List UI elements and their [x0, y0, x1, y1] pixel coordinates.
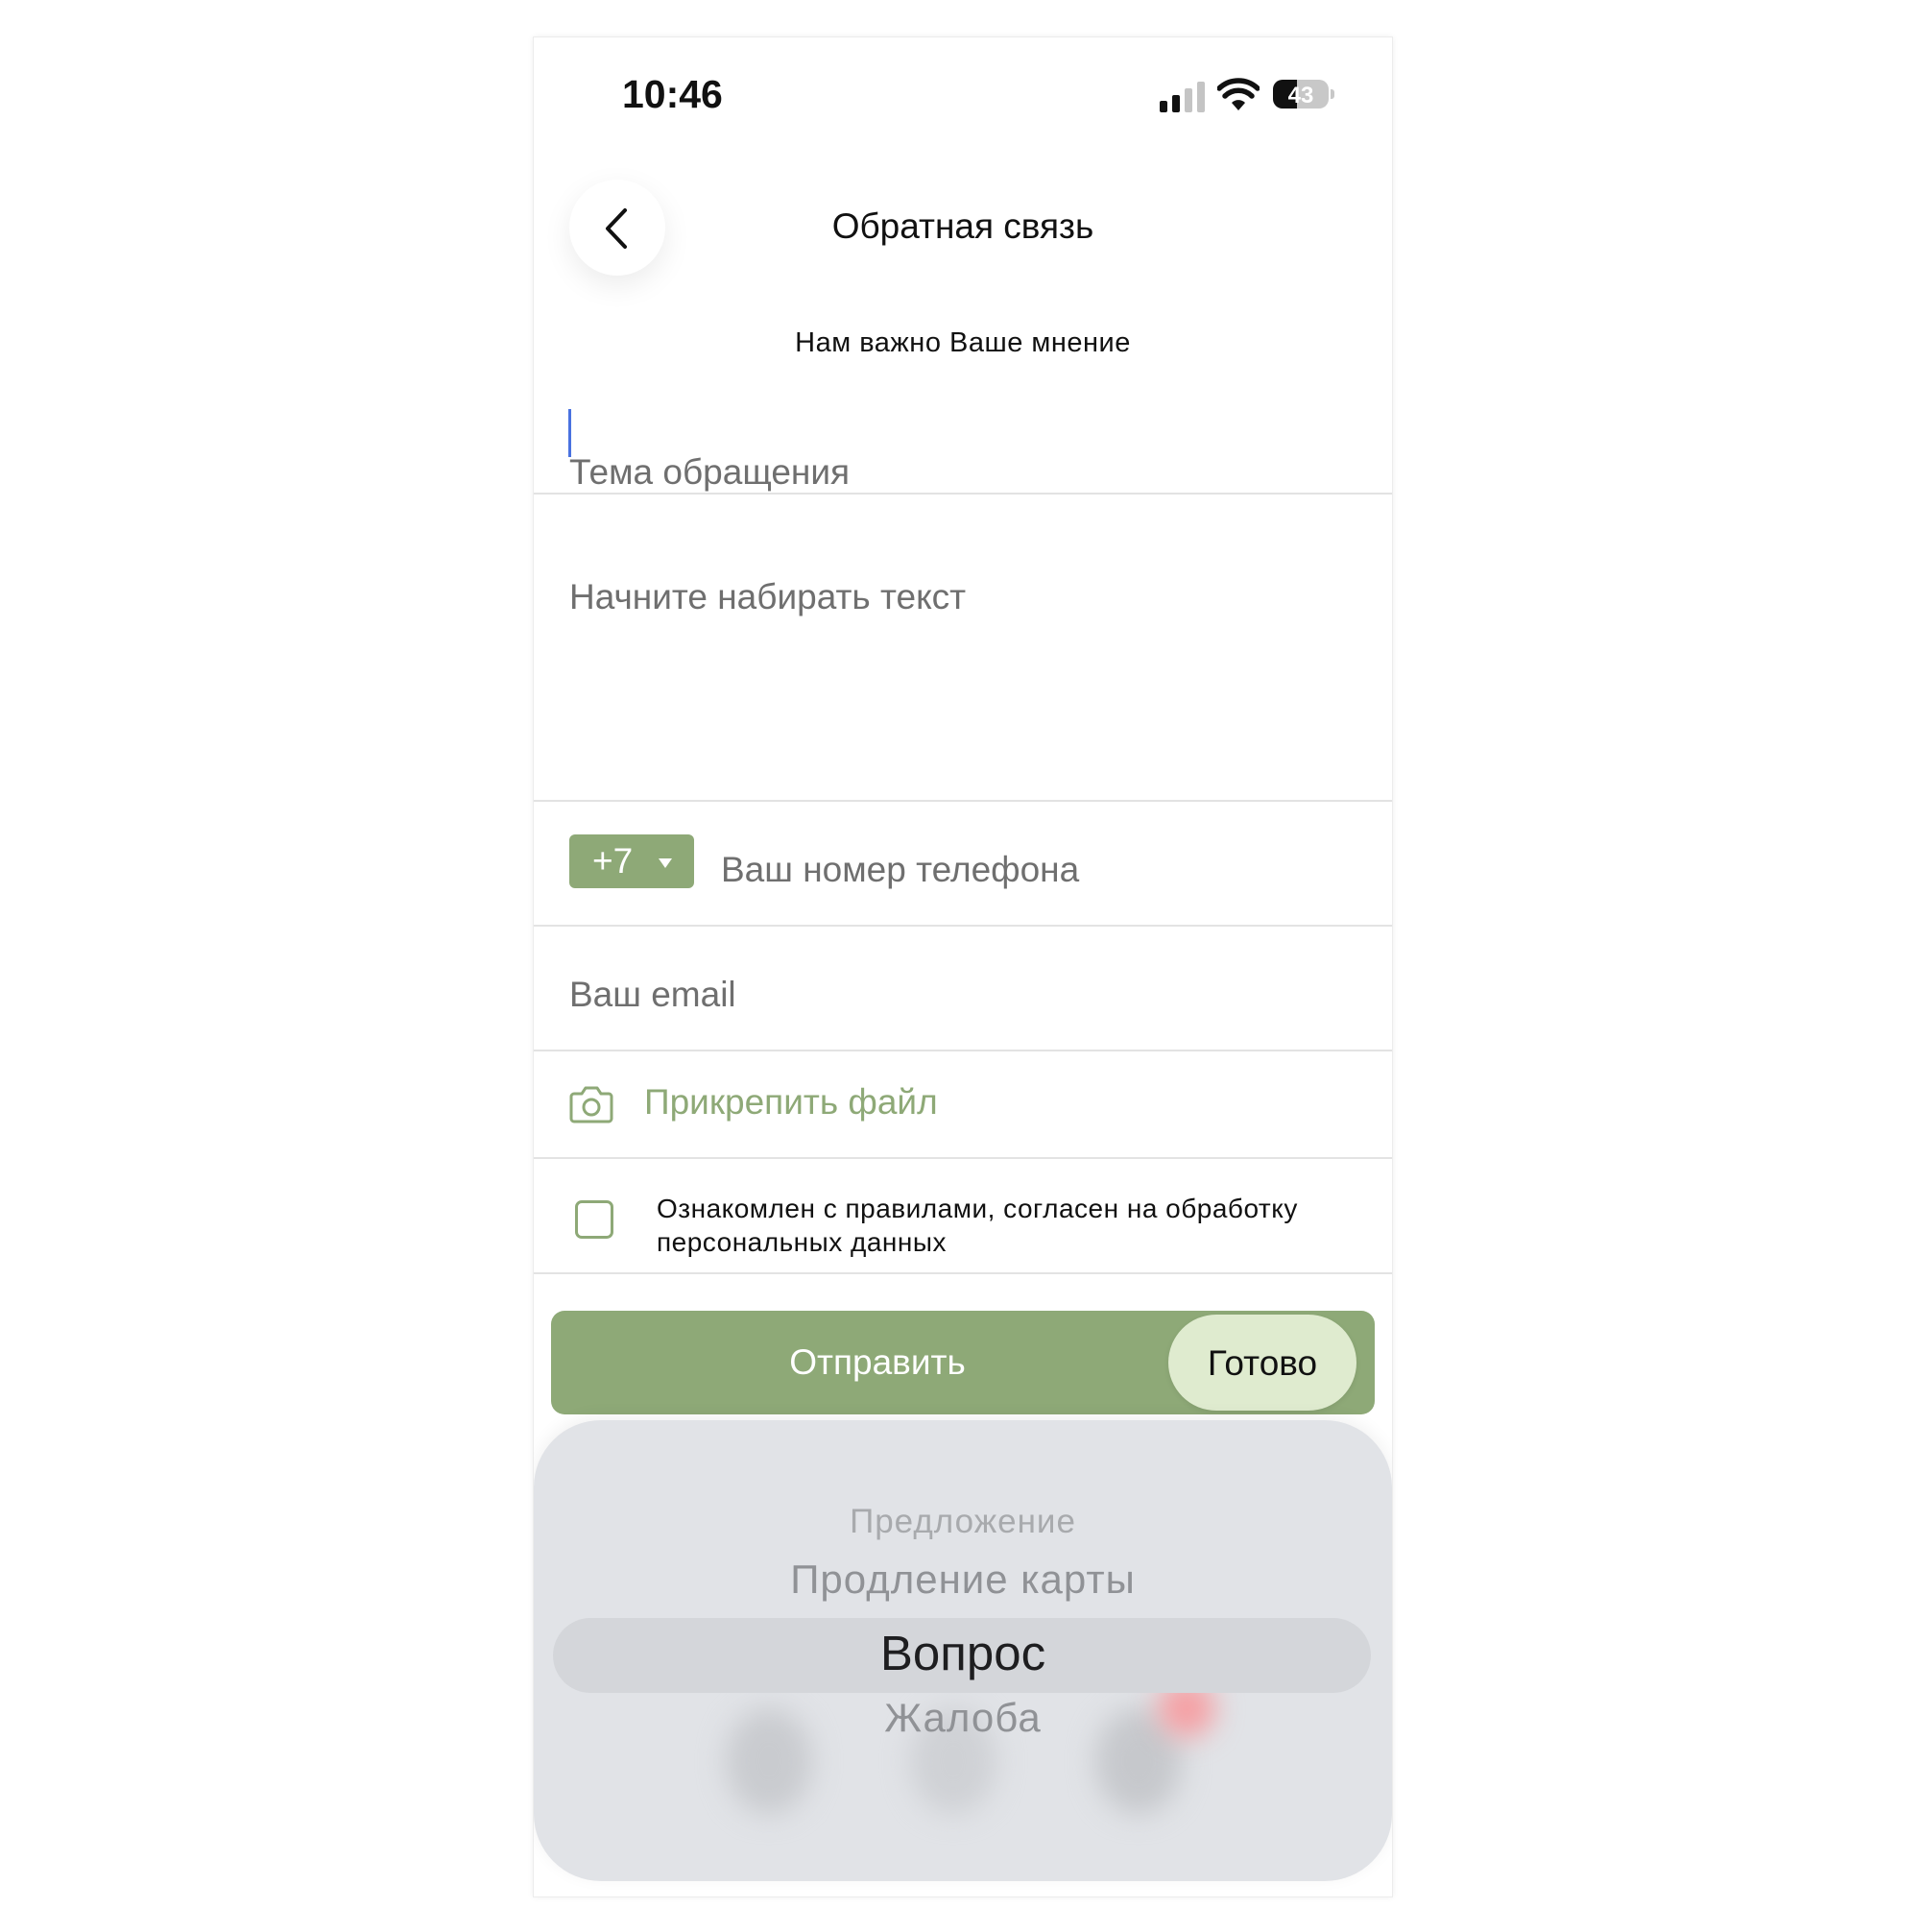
email-input[interactable]: Ваш email: [569, 975, 736, 1015]
picker-option[interactable]: Продление карты: [534, 1557, 1392, 1603]
battery-level: 43: [1287, 83, 1314, 109]
email-field[interactable]: Ваш email: [534, 927, 1392, 1051]
battery-icon: 43: [1273, 80, 1329, 109]
topic-picker[interactable]: Предложение Продление карты Вопрос Жалоб…: [534, 1420, 1392, 1881]
status-time: 10:46: [622, 72, 723, 116]
picker-option-selected[interactable]: Вопрос: [534, 1625, 1392, 1681]
picker-option[interactable]: Предложение: [534, 1503, 1392, 1541]
message-field[interactable]: Начните набирать текст: [534, 495, 1392, 802]
phone-screen: 10:46 43 Обратная связь Нам важно Ваше м…: [533, 36, 1393, 1897]
text-cursor: [568, 409, 571, 457]
consent-checkbox[interactable]: [575, 1200, 613, 1239]
wifi-icon: [1217, 78, 1260, 110]
picker-option[interactable]: Жалоба: [534, 1695, 1392, 1741]
caret-down-icon: [659, 858, 672, 868]
done-label: Готово: [1207, 1343, 1318, 1383]
attach-file-button[interactable]: Прикрепить файл: [644, 1082, 938, 1123]
page-title: Обратная связь: [831, 206, 1094, 246]
camera-icon: [569, 1086, 613, 1123]
phone-input[interactable]: Ваш номер телефона: [721, 850, 1079, 890]
country-code-select[interactable]: +7: [569, 834, 694, 888]
page-subtitle: Нам важно Ваше мнение: [795, 327, 1131, 358]
country-code-label: +7: [592, 841, 634, 881]
consent-text: Ознакомлен с правилами, согласен на обра…: [657, 1194, 1298, 1257]
battery-tip: [1331, 89, 1334, 99]
message-input[interactable]: Начните набирать текст: [569, 577, 966, 617]
submit-label: Отправить: [789, 1342, 966, 1382]
subject-field[interactable]: Тема обращения: [534, 383, 1392, 495]
status-bar: 10:46 43: [534, 37, 1392, 153]
cellular-signal-icon: [1160, 82, 1205, 112]
done-button[interactable]: Готово: [1168, 1315, 1356, 1411]
subject-input[interactable]: Тема обращения: [569, 452, 850, 493]
submit-button[interactable]: Отправить Готово: [551, 1311, 1375, 1414]
